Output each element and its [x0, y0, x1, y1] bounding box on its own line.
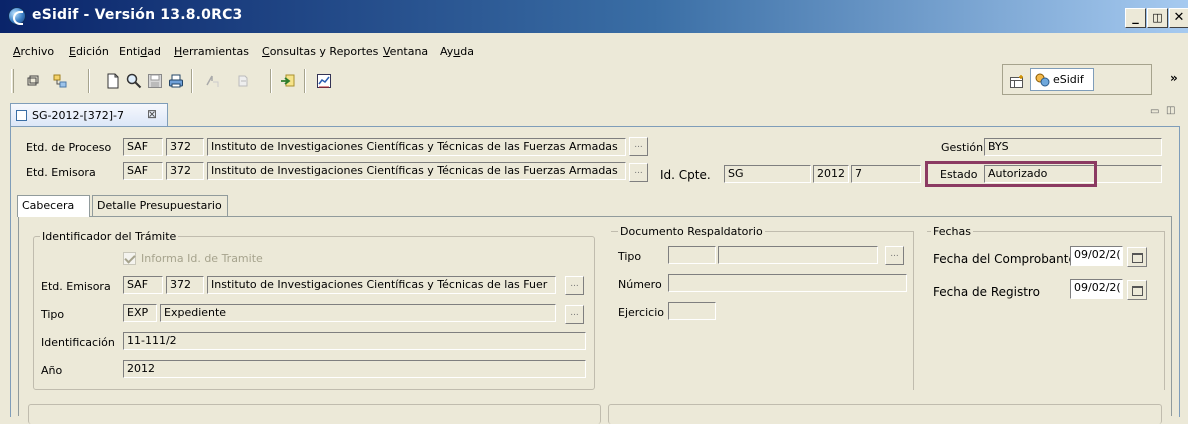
main-toolbar: ▾ ▾ eSidif » [0, 61, 1188, 144]
report-icon[interactable] [316, 73, 332, 89]
title-bar: eSidif - Versión 13.8.0RC3 _ ◫ ✕ [0, 0, 1188, 33]
documento-tipo-code [668, 246, 716, 264]
etd-emisora-lookup-button[interactable]: ... [629, 163, 648, 182]
tipo-lookup-button[interactable]: ... [565, 305, 584, 324]
editor-tab[interactable]: SG-2012-[372]-7 ⊠ [10, 103, 168, 127]
document-icon [16, 110, 27, 121]
etd-proceso-code2: 372 [166, 138, 204, 156]
menu-archivo[interactable]: Archivo [13, 45, 54, 58]
informa-id-label: Informa Id. de Tramite [141, 252, 263, 265]
etd-proceso-lookup-button[interactable]: ... [629, 137, 648, 156]
toolbar-separator [270, 69, 272, 93]
id-cpte-numero: 7 [851, 165, 921, 183]
window-title: eSidif - Versión 13.8.0RC3 [32, 7, 243, 23]
step-back-icon[interactable] [235, 73, 251, 89]
search-icon[interactable] [126, 73, 142, 89]
tab-detalle-presupuestario[interactable]: Detalle Presupuestario [92, 195, 228, 216]
toolbar-separator [88, 69, 90, 93]
id-cpte-anio: 2012 [813, 165, 849, 183]
menu-entidad[interactable]: Entidad [119, 45, 161, 58]
close-button[interactable]: ✕ [1169, 8, 1188, 28]
identificador-group-title: Identificador del Trámite [40, 230, 179, 243]
documento-group-title: Documento Respaldatorio [618, 225, 765, 238]
menu-herramientas[interactable]: Herramientas [174, 45, 249, 58]
etd-emisora-name: Instituto de Investigaciones Científicas… [207, 162, 626, 180]
ejercicio-field [668, 302, 716, 320]
perspective-esidif-button[interactable]: eSidif [1030, 68, 1094, 91]
bottom-right-panel [608, 404, 1162, 424]
fecha-registro-field[interactable]: 09/02/2( [1070, 279, 1123, 299]
restore-button[interactable]: ◫ [1147, 8, 1168, 28]
documento-tipo-name [718, 246, 878, 264]
fechas-group-title: Fechas [931, 225, 973, 238]
step-forward-icon[interactable] [204, 73, 220, 89]
new-document-icon[interactable] [105, 73, 121, 89]
maximize-view-icon[interactable]: ◫ [1166, 105, 1175, 116]
menu-edicion[interactable]: Edición [69, 45, 109, 58]
editor-tab-title: SG-2012-[372]-7 [32, 109, 124, 122]
toolbar-overflow-button[interactable]: » [1170, 71, 1178, 85]
ejercicio-label: Ejercicio [618, 306, 664, 319]
toolbar-grip [11, 69, 14, 93]
save-icon[interactable] [147, 73, 163, 89]
numero-label: Número [618, 278, 662, 291]
etd-proceso-name: Instituto de Investigaciones Científicas… [207, 138, 626, 156]
estado-highlight [925, 161, 1097, 187]
app-logo-icon [8, 7, 26, 25]
id-cpte-label: Id. Cpte. [660, 168, 711, 182]
etd-emisora-code2: 372 [166, 162, 204, 180]
fecha-registro-label: Fecha de Registro [933, 285, 1040, 299]
ident-etd-emisora-name: Instituto de Investigaciones Científicas… [207, 276, 556, 294]
toolbar-separator [191, 69, 193, 93]
identificacion-field: 11-111/2 [123, 332, 586, 350]
restore-view-icon[interactable] [25, 73, 41, 89]
print-icon[interactable] [168, 73, 184, 89]
tipo-code: EXP [123, 304, 157, 322]
perspective-label: eSidif [1053, 73, 1084, 86]
tipo-name: Expediente [160, 304, 556, 322]
import-icon[interactable] [280, 73, 296, 89]
menu-bar: Archivo Edición Entidad Herramientas Con… [0, 33, 1188, 59]
ident-etd-emisora-lookup-button[interactable]: ... [565, 276, 584, 295]
close-icon: ✕ [1173, 10, 1185, 25]
documento-tipo-lookup-button[interactable]: ... [885, 246, 904, 265]
documento-tipo-label: Tipo [618, 250, 642, 263]
fecha-comprobante-label: Fecha del Comprobante [933, 252, 1076, 266]
toolbar-separator [304, 69, 306, 93]
link-icon[interactable] [52, 73, 68, 89]
gestion-label: Gestión [941, 141, 984, 154]
restore-icon: ◫ [1152, 11, 1163, 24]
anio-label: Año [41, 364, 63, 377]
etd-emisora-label: Etd. Emisora [26, 166, 96, 179]
bottom-left-panel [28, 404, 601, 424]
etd-proceso-code1: SAF [123, 138, 163, 156]
etd-proceso-label: Etd. de Proceso [26, 141, 112, 154]
etd-emisora-code1: SAF [123, 162, 163, 180]
ident-etd-emisora-label: Etd. Emisora [41, 280, 111, 293]
menu-ventana[interactable]: Ventana [383, 45, 428, 58]
minimize-view-icon[interactable]: ▭ [1150, 106, 1159, 117]
tab-close-icon[interactable]: ⊠ [147, 107, 157, 121]
minimize-button[interactable]: _ [1125, 8, 1146, 28]
identificacion-label: Identificación [41, 336, 115, 349]
numero-field [668, 274, 907, 292]
fecha-comprobante-field[interactable]: 09/02/2( [1070, 246, 1123, 266]
calendar-comprobante-icon[interactable] [1127, 247, 1147, 267]
tipo-label: Tipo [41, 308, 65, 321]
informa-id-checkbox[interactable] [123, 252, 136, 265]
anio-field: 2012 [123, 360, 586, 378]
open-perspective-icon[interactable] [1009, 74, 1025, 90]
calendar-registro-icon[interactable] [1127, 280, 1147, 300]
ident-etd-emisora-code2: 372 [166, 276, 204, 294]
gestion-field: BYS [984, 138, 1162, 156]
menu-consultas-reportes[interactable]: Consultas y Reportes [262, 45, 378, 58]
tab-cabecera[interactable]: Cabecera [17, 195, 90, 217]
menu-ayuda[interactable]: Ayuda [440, 45, 474, 58]
perspective-icon [1035, 73, 1050, 87]
ident-etd-emisora-code1: SAF [123, 276, 163, 294]
id-cpte-tipo: SG [724, 165, 811, 183]
